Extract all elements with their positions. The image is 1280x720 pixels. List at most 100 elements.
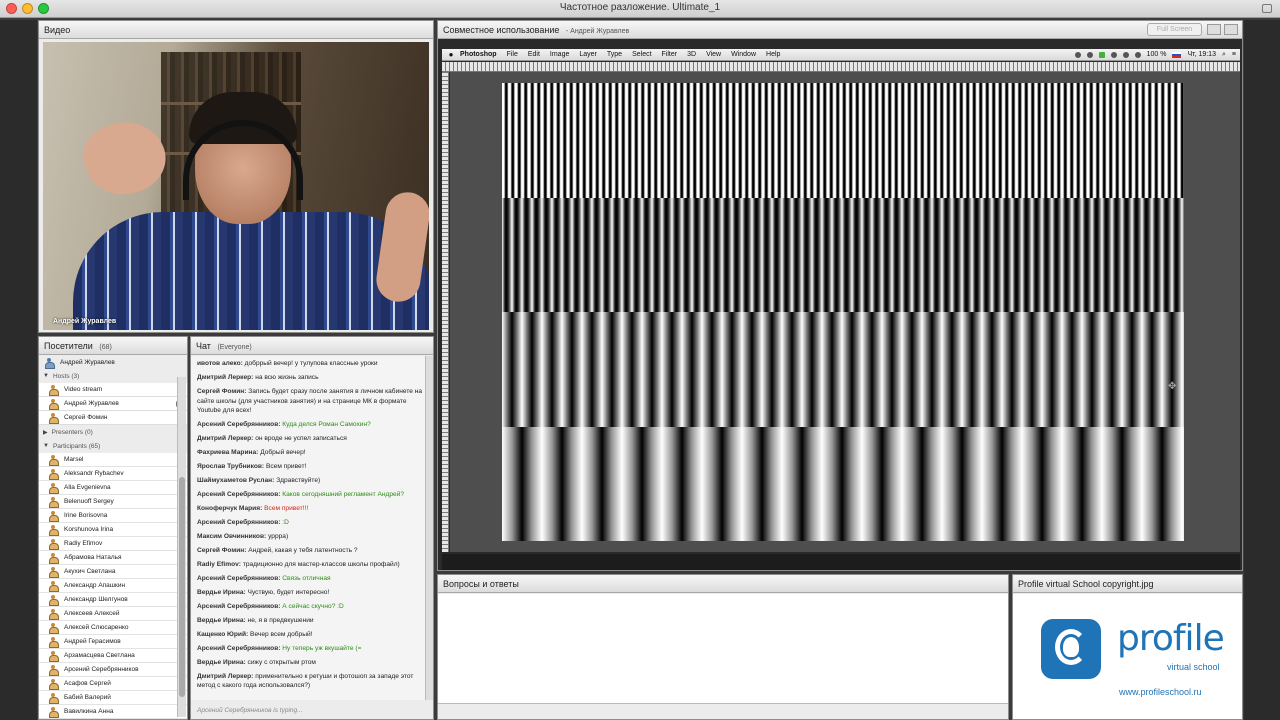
user-icon: [49, 567, 59, 578]
ps-menu-view[interactable]: View: [706, 51, 721, 58]
participants-group-toggle[interactable]: ▼ Participants (65): [39, 439, 187, 453]
participant-item[interactable]: Вавилкина Анна: [39, 705, 187, 719]
participant-item[interactable]: Korshunova Irina: [39, 523, 187, 537]
logo-subtitle: virtual school: [1167, 662, 1220, 672]
participant-item[interactable]: Андрей Герасимов: [39, 635, 187, 649]
chat-message: Дмитрий Леркер: на всю жизнь запись: [197, 373, 423, 383]
triangle-right-icon: ▶: [43, 429, 48, 436]
participant-item[interactable]: Асафов Сергей: [39, 677, 187, 691]
participant-item[interactable]: Арсений Серебрянников: [39, 663, 187, 677]
presenters-group-toggle[interactable]: ▶ Presenters (0): [39, 425, 187, 439]
battery-level: 100 %: [1146, 51, 1167, 58]
chat-sender: Арсений Серебрянников:: [197, 574, 281, 582]
user-icon: [49, 385, 59, 396]
horizontal-ruler: [442, 62, 1240, 72]
chat-sender: Вердье Ирина:: [197, 588, 246, 596]
host-item[interactable]: Сергей Фомин: [39, 411, 187, 425]
apple-icon[interactable]: ●: [442, 50, 460, 59]
scrollbar-thumb[interactable]: [179, 477, 185, 697]
ps-menu-file[interactable]: File: [507, 51, 518, 58]
participant-item[interactable]: Алексеев Алексей: [39, 607, 187, 621]
fullscreen-button[interactable]: Full Screen: [1147, 23, 1202, 36]
participant-item[interactable]: Абрамова Наталья: [39, 551, 187, 565]
frequency-band-medium-high: [502, 197, 1184, 312]
participant-item[interactable]: Belenuoff Sergey: [39, 495, 187, 509]
chat-sender: ивотов алеко:: [197, 360, 243, 367]
attendees-pod-header: Посетители (68): [39, 337, 187, 355]
chat-scope[interactable]: (Everyone): [217, 344, 251, 351]
ps-menu-filter[interactable]: Filter: [662, 51, 678, 58]
qa-content[interactable]: [438, 594, 1008, 704]
user-icon: [49, 651, 59, 662]
user-icon: [49, 511, 59, 522]
host-item[interactable]: Video stream: [39, 383, 187, 397]
chat-title: Чат: [196, 341, 211, 351]
list-icon[interactable]: ≡: [1232, 51, 1236, 58]
share-title: Совместное использование: [443, 25, 560, 35]
ps-menu-image[interactable]: Image: [550, 51, 569, 58]
chat-message: Арсений Серебрянников: Ну теперь уж вкуш…: [197, 644, 423, 654]
pod-menu-icon[interactable]: [1224, 24, 1238, 35]
attendees-count: (68): [99, 344, 112, 351]
chat-scrollbar[interactable]: [425, 356, 433, 700]
participant-item[interactable]: Бабий Валерий: [39, 691, 187, 705]
user-icon: [49, 693, 59, 704]
layout-icon[interactable]: [1207, 24, 1221, 35]
file-pod-title: Profile virtual School copyright.jpg: [1018, 579, 1154, 589]
participant-item[interactable]: Irine Borisovna: [39, 509, 187, 523]
ps-menu-layer[interactable]: Layer: [579, 51, 597, 58]
participant-item[interactable]: Aleksandr Rybachev: [39, 467, 187, 481]
chat-message: Арсений Серебрянников: Куда делся Роман …: [197, 420, 423, 430]
russian-flag-icon: [1172, 51, 1182, 58]
attendees-scrollbar[interactable]: [177, 377, 186, 717]
ps-menu-window[interactable]: Window: [731, 51, 756, 58]
chat-sender: Вердье Ирина:: [197, 658, 246, 666]
participant-item[interactable]: Александр Шелгунов: [39, 593, 187, 607]
chat-text: Ну теперь уж вкушайте (=: [282, 644, 362, 652]
participant-item[interactable]: Арзамасцева Светлана: [39, 649, 187, 663]
chat-message: Арсений Серебрянников: А сейчас скучно? …: [197, 602, 423, 612]
hosts-group-toggle[interactable]: ▼ Hosts (3): [39, 369, 187, 383]
participant-item[interactable]: Marsel: [39, 453, 187, 467]
video-pod-title: Видео: [44, 25, 71, 35]
window-titlebar: Частотное разложение. Ultimate_1: [0, 0, 1280, 18]
chat-messages: ивотов алеко: добррый вечер! у тулупова …: [191, 356, 427, 700]
spotlight-icon[interactable]: ⌕: [1222, 51, 1226, 59]
chat-message: Фахриева Марина: Добрый вечер!: [197, 448, 423, 458]
ps-menu-select[interactable]: Select: [632, 51, 651, 58]
attendee-me[interactable]: Андрей Журавлев: [39, 355, 187, 369]
qa-title: Вопросы и ответы: [443, 579, 519, 589]
cloud-icon: [1110, 51, 1117, 58]
resize-icon[interactable]: [1262, 4, 1272, 13]
participant-item[interactable]: Alla Evgenievna: [39, 481, 187, 495]
host-item[interactable]: Андрей Журавлев: [39, 397, 187, 411]
chat-message: Арсений Серебрянников: Связь отличная: [197, 574, 423, 584]
frequency-gradient-image[interactable]: [502, 83, 1184, 541]
video-pod-header: Видео: [39, 21, 433, 39]
chat-text: он вроде не успел записаться: [255, 435, 347, 443]
participant-item[interactable]: Алексей Слюсаренко: [39, 621, 187, 635]
user-icon: [49, 623, 59, 634]
chat-message: Шаймухаметов Руслан: Здравствуйте): [197, 476, 423, 486]
photoshop-app-menu[interactable]: Photoshop: [460, 51, 497, 58]
chat-sender: Арсений Серебрянников:: [197, 421, 281, 429]
participant-item[interactable]: Акухич Светлана: [39, 565, 187, 579]
ps-menu-type[interactable]: Type: [607, 51, 622, 58]
ps-menu-3d[interactable]: 3D: [687, 51, 696, 58]
profile-logo-icon: [1041, 619, 1101, 679]
video-pod: Видео Андрей Журавлев: [38, 20, 434, 333]
chat-text: добррый вечер! у тулупова классные уроки: [244, 360, 378, 367]
chat-sender: Radiy Efimov:: [197, 560, 241, 568]
ps-menu-help[interactable]: Help: [766, 51, 780, 58]
chat-sender: Коноферчук Мария:: [197, 505, 263, 513]
chat-text: Добрый вечер!: [260, 449, 306, 457]
participant-item[interactable]: Radiy Efimov: [39, 537, 187, 551]
video-stream[interactable]: Андрей Журавлев: [43, 42, 429, 330]
participant-item[interactable]: Александр Апашкин: [39, 579, 187, 593]
frequency-band-high: [502, 83, 1184, 198]
chat-sender: Шаймухаметов Руслан:: [197, 477, 275, 485]
ps-menu-edit[interactable]: Edit: [528, 51, 540, 58]
chat-sender: Кащенко Юрий:: [197, 630, 249, 638]
chat-sender: Дмитрий Леркер:: [197, 373, 254, 381]
photoshop-menubar: ● Photoshop File Edit Image Layer Type Select…: [442, 49, 1240, 61]
